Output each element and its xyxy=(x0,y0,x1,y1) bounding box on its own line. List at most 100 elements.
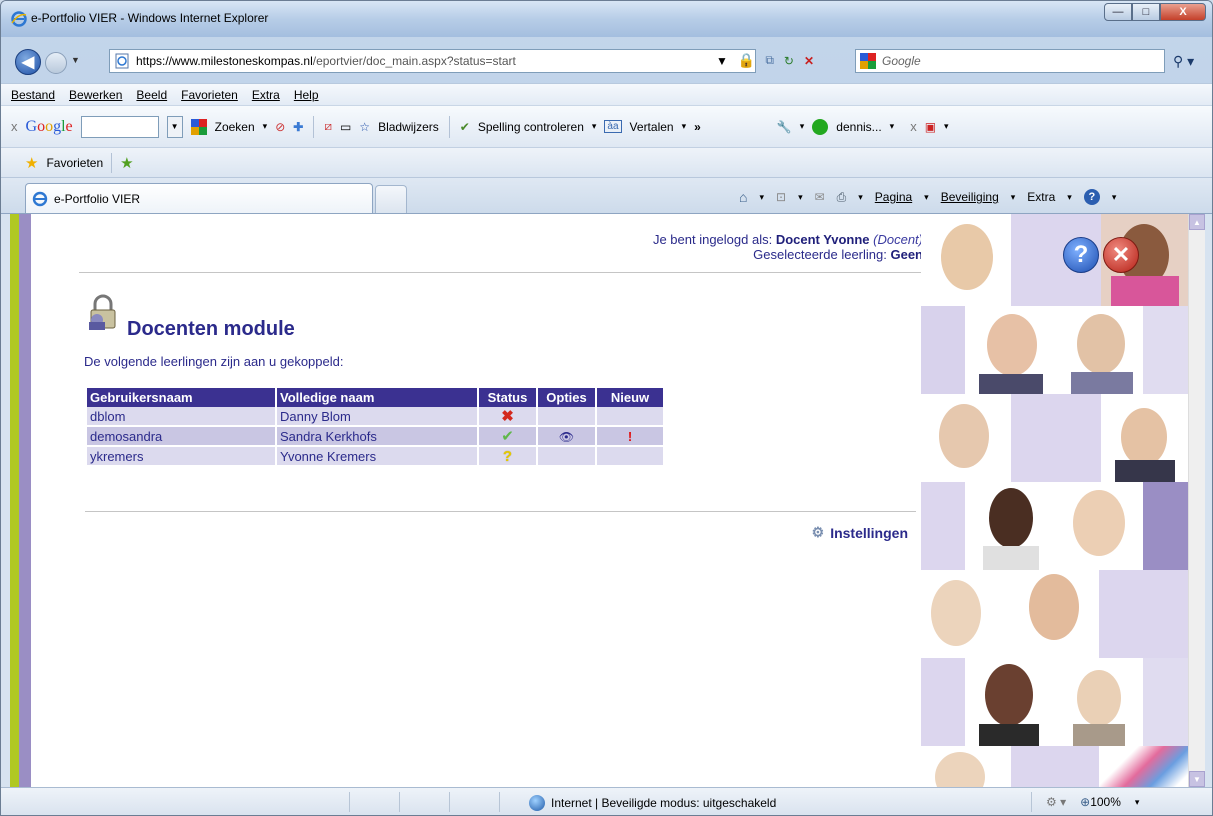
maximize-button[interactable]: □ xyxy=(1132,3,1160,21)
user-dropdown-icon[interactable]: ▾ xyxy=(890,121,895,132)
protected-mode-icon[interactable]: ⚙ ▾ xyxy=(1046,795,1066,809)
popup-blocker-icon[interactable]: ⊘ xyxy=(275,120,285,134)
feeds-icon[interactable]: ⊡ xyxy=(776,190,786,204)
google-search-dropdown-icon[interactable]: ▼ xyxy=(166,115,183,138)
spellcheck-button[interactable]: Spelling controleren xyxy=(478,120,584,134)
scroll-up-icon[interactable]: ▲ xyxy=(1189,214,1205,230)
menu-help[interactable]: Help xyxy=(294,88,319,102)
search-options-icon[interactable]: ▾ xyxy=(263,121,268,132)
table-row[interactable]: dblom Danny Blom ✖ xyxy=(87,407,663,427)
extra-menu[interactable]: Extra xyxy=(1027,190,1055,204)
google-search-button[interactable]: Zoeken xyxy=(215,120,255,134)
close-window-button[interactable]: X xyxy=(1160,3,1206,21)
cell-username[interactable]: ykremers xyxy=(87,447,275,467)
view-eye-icon[interactable]: 👁 xyxy=(559,430,574,444)
menu-extra[interactable]: Extra xyxy=(252,88,280,102)
minimize-button[interactable]: — xyxy=(1104,3,1132,21)
new-tab-button[interactable] xyxy=(375,185,407,214)
help-dropdown-icon[interactable]: ▾ xyxy=(1112,192,1117,203)
cell-username[interactable]: demosandra xyxy=(87,427,275,447)
zoom-dropdown-icon[interactable]: ▾ xyxy=(1135,797,1140,808)
header-fullname[interactable]: Volledige naam xyxy=(277,388,477,407)
security-menu[interactable]: Beveiliging xyxy=(941,190,999,204)
header-new[interactable]: Nieuw xyxy=(597,388,663,407)
page-dropdown-icon[interactable]: ▾ xyxy=(924,192,929,203)
pdf-dropdown-icon[interactable]: ▾ xyxy=(944,121,949,132)
status-inactive-icon: ✖ xyxy=(501,408,514,425)
cell-fullname[interactable]: Yvonne Kremers xyxy=(277,447,477,467)
menu-beeld[interactable]: Beeld xyxy=(136,88,167,102)
search-box[interactable]: Google xyxy=(855,49,1165,73)
translate-dropdown-icon[interactable]: ▾ xyxy=(682,121,687,132)
teacher-lock-icon xyxy=(89,294,116,330)
vertical-scrollbar[interactable]: ▲ ▼ xyxy=(1188,214,1205,787)
stop-icon[interactable]: ✕ xyxy=(804,54,814,68)
print-dropdown-icon[interactable]: ▾ xyxy=(858,192,863,203)
favorites-button[interactable]: Favorieten xyxy=(46,156,103,170)
help-icon[interactable]: ? xyxy=(1083,189,1100,205)
ie-logo-icon xyxy=(11,11,27,27)
lock-icon[interactable]: 🔒 xyxy=(738,52,755,69)
scroll-down-icon[interactable]: ▼ xyxy=(1189,771,1205,787)
add-button-icon[interactable]: ✚ xyxy=(293,120,303,134)
print-icon[interactable]: ⎙ xyxy=(837,190,847,205)
menu-favorieten[interactable]: Favorieten xyxy=(181,88,238,102)
security-dropdown-icon[interactable]: ▾ xyxy=(1011,192,1016,203)
cell-fullname[interactable]: Sandra Kerkhofs xyxy=(277,427,477,447)
photo-tile xyxy=(1143,306,1188,394)
forward-button[interactable] xyxy=(45,52,67,74)
history-dropdown-icon[interactable]: ▼ xyxy=(71,55,80,65)
pdf-icon[interactable]: ▣ xyxy=(925,120,936,134)
mail-icon[interactable]: ✉ xyxy=(815,190,825,204)
help-button[interactable]: ? xyxy=(1063,237,1099,273)
bookmark-star-icon[interactable]: ☆ xyxy=(359,120,370,134)
page-menu[interactable]: Pagina xyxy=(875,190,912,204)
login-role: (Docent) xyxy=(873,232,923,247)
add-favorite-icon[interactable]: ★ xyxy=(120,154,133,172)
spellcheck-dropdown-icon[interactable]: ▾ xyxy=(592,121,597,132)
address-bar[interactable]: https://www.milestoneskompas.nl/eportvie… xyxy=(109,49,756,73)
cell-fullname[interactable]: Danny Blom xyxy=(277,407,477,427)
decorative-photo-mosaic xyxy=(921,214,1188,787)
toolbar-close-icon[interactable]: x xyxy=(11,119,18,134)
toolbar-separator xyxy=(313,115,315,138)
feeds-dropdown-icon[interactable]: ▾ xyxy=(798,192,803,203)
refresh-icon[interactable]: ↻ xyxy=(784,54,794,68)
extra-dropdown-icon[interactable]: ▾ xyxy=(1067,192,1072,203)
table-row[interactable]: ykremers Yvonne Kremers ? xyxy=(87,447,663,467)
blocked-popups-icon[interactable]: ⧄ xyxy=(324,119,332,134)
cell-username[interactable]: dblom xyxy=(87,407,275,427)
search-icon[interactable]: ⚲ ▾ xyxy=(1173,53,1194,70)
table-row[interactable]: demosandra Sandra Kerkhofs ✔ 👁 ! xyxy=(87,427,663,447)
zoom-control[interactable]: ⊕100% xyxy=(1080,795,1121,809)
home-dropdown-icon[interactable]: ▾ xyxy=(759,192,764,203)
bookmarks-button[interactable]: Bladwijzers xyxy=(378,120,439,134)
wrench-dropdown-icon[interactable]: ▾ xyxy=(800,121,805,132)
window-controls: — □ X xyxy=(1104,3,1206,21)
address-dropdown-icon[interactable]: ▼ xyxy=(716,54,728,68)
logout-button[interactable]: ✕ xyxy=(1103,237,1139,273)
back-button[interactable]: ◀ xyxy=(15,49,41,75)
decor-stripe-green xyxy=(10,214,19,787)
header-status[interactable]: Status xyxy=(479,388,536,407)
translate-icon: àa xyxy=(604,120,622,133)
menu-bestand[interactable]: Bestand xyxy=(11,88,55,102)
more-tools-button[interactable]: » xyxy=(694,120,701,134)
header-options[interactable]: Opties xyxy=(538,388,595,407)
security-zone[interactable]: Internet | Beveiligde modus: uitgeschake… xyxy=(529,795,776,811)
wrench-icon[interactable]: 🔧 xyxy=(777,120,792,134)
header-username[interactable]: Gebruikersnaam xyxy=(87,388,275,407)
status-pending-icon: ? xyxy=(502,447,513,465)
menu-bewerken[interactable]: Bewerken xyxy=(69,88,122,102)
settings-link[interactable]: ⚙ Instellingen xyxy=(812,524,908,541)
user-account-button[interactable]: dennis... xyxy=(836,120,881,134)
translate-button[interactable]: Vertalen xyxy=(630,120,674,134)
url-host: https://www.milestoneskompas.nl xyxy=(136,54,313,68)
highlight-icon[interactable]: ▭ xyxy=(340,120,351,134)
compat-view-icon[interactable]: ⧉ xyxy=(765,53,774,68)
tab-bar: e-Portfolio VIER ⌂ ▾ ⊡ ▾ ✉ ⎙ ▾ Pagina ▾ Beve… xyxy=(1,177,1212,214)
home-icon[interactable]: ⌂ xyxy=(739,189,747,205)
tab-eportfolio[interactable]: e-Portfolio VIER xyxy=(25,183,373,214)
google-search-input[interactable] xyxy=(80,115,159,138)
toolbar-close-icon[interactable]: x xyxy=(910,119,917,134)
